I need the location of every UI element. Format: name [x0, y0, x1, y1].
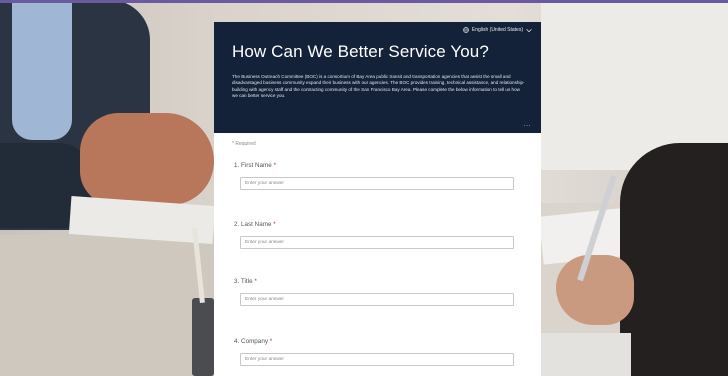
form-card: English (United States) How Can We Bette… — [214, 22, 541, 376]
question-number: 3. — [234, 278, 240, 285]
person-right-jacket — [620, 143, 728, 376]
notebook-spiral — [541, 333, 631, 376]
required-star: * — [254, 278, 257, 285]
question-company: 4. Company * Enter your answer — [234, 338, 524, 366]
language-selector[interactable]: English (United States) — [463, 27, 532, 33]
question-label: 4. Company * — [234, 338, 524, 345]
question-label: 2. Last Name * — [234, 221, 524, 228]
person-left-shirt — [12, 3, 72, 140]
required-star: * — [273, 221, 276, 228]
required-star: * — [273, 162, 277, 169]
pen-holder — [192, 298, 214, 376]
question-number: 4. — [234, 338, 240, 345]
question-text: Company — [241, 338, 268, 345]
form-description: The Business Outreach Committee (BOC) is… — [232, 74, 525, 98]
question-number: 2. — [234, 221, 240, 228]
more-options-icon[interactable]: ... — [524, 121, 531, 128]
required-star: * — [269, 338, 273, 345]
question-title: 3. Title * Enter your answer — [234, 278, 524, 306]
question-last-name: 2. Last Name * Enter your answer — [234, 221, 524, 249]
clasped-hands — [80, 113, 214, 205]
question-label: 3. Title * — [234, 278, 524, 285]
chevron-down-icon — [526, 28, 532, 33]
question-text: First Name — [241, 162, 272, 169]
question-label: 1. First Name * — [234, 162, 524, 169]
table-surface — [0, 235, 214, 376]
last-name-input[interactable]: Enter your answer — [240, 236, 514, 249]
hand-right — [556, 255, 634, 325]
question-first-name: 1. First Name * Enter your answer — [234, 162, 524, 190]
company-input[interactable]: Enter your answer — [240, 353, 514, 366]
question-text: Last Name — [241, 221, 272, 228]
language-label: English (United States) — [471, 27, 523, 33]
question-number: 1. — [234, 162, 240, 169]
question-text: Title — [240, 278, 253, 285]
globe-icon — [463, 27, 469, 33]
form-title: How Can We Better Service You? — [232, 42, 489, 61]
first-name-input[interactable]: Enter your answer — [240, 177, 514, 190]
required-note: * Required — [232, 141, 256, 147]
form-header-banner: English (United States) How Can We Bette… — [214, 22, 541, 133]
title-input[interactable]: Enter your answer — [240, 293, 514, 306]
